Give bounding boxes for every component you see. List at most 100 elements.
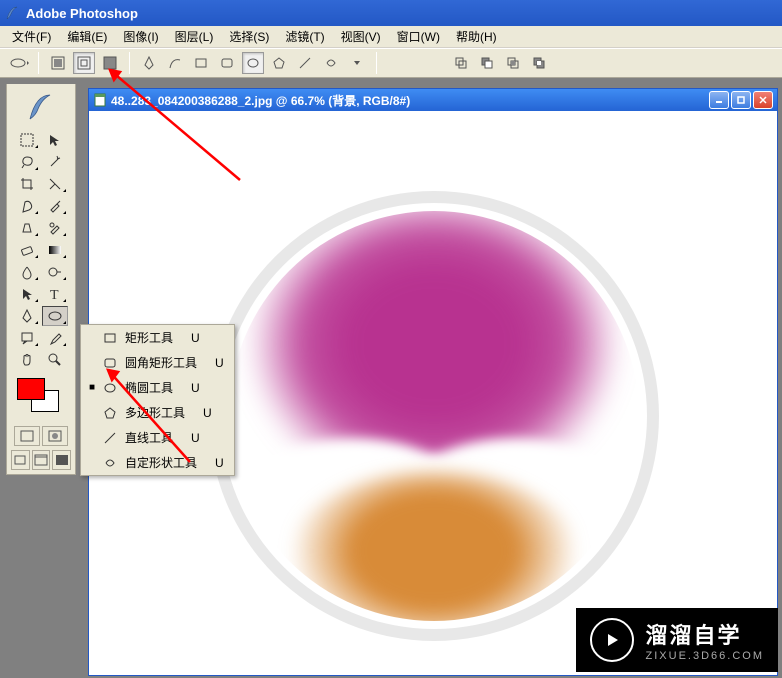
separator	[129, 52, 130, 74]
line-shape-icon[interactable]	[294, 52, 316, 74]
zoom-tool[interactable]	[42, 350, 68, 370]
photoshop-logo-icon	[11, 88, 69, 126]
lasso-tool[interactable]	[14, 152, 40, 172]
watermark-brand: 溜溜自学	[646, 618, 764, 650]
move-tool[interactable]	[42, 130, 68, 150]
flyout-custom-shape-tool[interactable]: 自定形状工具 U	[81, 450, 234, 475]
quickmask-mode-button[interactable]	[42, 426, 68, 446]
ellipse-icon	[103, 381, 119, 395]
play-icon	[590, 618, 634, 662]
freeform-pen-icon[interactable]	[164, 52, 186, 74]
screen-standard-button[interactable]	[11, 450, 30, 470]
custom-shape-icon	[103, 456, 119, 470]
options-bar	[0, 48, 782, 78]
app-icon	[4, 5, 20, 21]
maximize-button[interactable]	[731, 91, 751, 109]
menu-image[interactable]: 图像(I)	[115, 26, 166, 47]
flyout-rounded-rect-tool[interactable]: 圆角矩形工具 U	[81, 350, 234, 375]
flyout-polygon-tool[interactable]: 多边形工具 U	[81, 400, 234, 425]
flyout-shortcut: U	[191, 381, 200, 395]
color-swatches	[11, 378, 71, 418]
eyedropper-tool[interactable]	[42, 328, 68, 348]
check-icon: ■	[87, 382, 97, 393]
menu-file[interactable]: 文件(F)	[4, 26, 59, 47]
foreground-color-swatch[interactable]	[17, 378, 45, 400]
rectangle-shape-icon[interactable]	[190, 52, 212, 74]
fill-pixels-mode[interactable]	[99, 52, 121, 74]
flyout-item-label: 矩形工具	[125, 329, 173, 346]
tool-preset-picker[interactable]	[8, 52, 30, 74]
document-title: 48..283_084200386288_2.jpg @ 66.7% (背景, …	[111, 92, 410, 109]
line-icon	[103, 431, 119, 445]
geometry-options-dropdown[interactable]	[346, 52, 368, 74]
flyout-item-label: 自定形状工具	[125, 454, 197, 471]
rect-marquee-tool[interactable]	[14, 130, 40, 150]
path-selection-tool[interactable]	[14, 284, 40, 304]
rounded-rect-icon	[103, 356, 119, 370]
menu-layer[interactable]: 图层(L)	[167, 26, 222, 47]
minimize-button[interactable]	[709, 91, 729, 109]
menu-select[interactable]: 选择(S)	[221, 26, 277, 47]
separator	[376, 52, 377, 74]
custom-shape-icon[interactable]	[320, 52, 342, 74]
flyout-shortcut: U	[215, 356, 224, 370]
flyout-shortcut: U	[215, 456, 224, 470]
flyout-item-label: 椭圆工具	[125, 379, 173, 396]
close-button[interactable]	[753, 91, 773, 109]
flyout-shortcut: U	[191, 331, 200, 345]
rounded-rect-shape-icon[interactable]	[216, 52, 238, 74]
screen-full-menubar-button[interactable]	[32, 450, 51, 470]
screen-full-button[interactable]	[52, 450, 71, 470]
clone-stamp-tool[interactable]	[14, 218, 40, 238]
shape-layers-mode[interactable]	[47, 52, 69, 74]
flyout-shortcut: U	[203, 406, 212, 420]
shape-tool[interactable]	[42, 306, 68, 326]
gradient-tool[interactable]	[42, 240, 68, 260]
healing-brush-tool[interactable]	[14, 196, 40, 216]
watermark-url: ZIXUE.3D66.COM	[646, 650, 764, 662]
flyout-item-label: 圆角矩形工具	[125, 354, 197, 371]
notes-tool[interactable]	[14, 328, 40, 348]
menu-edit[interactable]: 编辑(E)	[59, 26, 115, 47]
menu-view[interactable]: 视图(V)	[333, 26, 389, 47]
menu-filter[interactable]: 滤镜(T)	[277, 26, 332, 47]
rectangle-icon	[103, 331, 119, 345]
magic-wand-tool[interactable]	[42, 152, 68, 172]
flyout-item-label: 直线工具	[125, 429, 173, 446]
blur-tool[interactable]	[14, 262, 40, 282]
path-combine-intersect[interactable]	[502, 52, 524, 74]
menubar: 文件(F) 编辑(E) 图像(I) 图层(L) 选择(S) 滤镜(T) 视图(V…	[0, 26, 782, 48]
hand-tool[interactable]	[14, 350, 40, 370]
brush-tool[interactable]	[42, 196, 68, 216]
app-titlebar: Adobe Photoshop	[0, 0, 782, 26]
menu-help[interactable]: 帮助(H)	[448, 26, 505, 47]
eraser-tool[interactable]	[14, 240, 40, 260]
paths-mode[interactable]	[73, 52, 95, 74]
document-titlebar[interactable]: 48..283_084200386288_2.jpg @ 66.7% (背景, …	[89, 89, 777, 111]
history-brush-tool[interactable]	[42, 218, 68, 238]
slice-tool[interactable]	[42, 174, 68, 194]
crop-tool[interactable]	[14, 174, 40, 194]
path-combine-add[interactable]	[450, 52, 472, 74]
shape-tool-flyout: 矩形工具 U 圆角矩形工具 U ■ 椭圆工具 U 多边形工具 U 直线工具 U …	[80, 324, 235, 476]
polygon-icon	[103, 406, 119, 420]
type-tool[interactable]: T	[42, 284, 68, 304]
flyout-ellipse-tool[interactable]: ■ 椭圆工具 U	[81, 375, 234, 400]
pen-tool[interactable]	[14, 306, 40, 326]
polygon-shape-icon[interactable]	[268, 52, 290, 74]
separator	[38, 52, 39, 74]
tools-panel: T	[6, 84, 76, 475]
flyout-shortcut: U	[191, 431, 200, 445]
watermark: 溜溜自学 ZIXUE.3D66.COM	[576, 608, 778, 672]
pen-tool-icon[interactable]	[138, 52, 160, 74]
standard-mode-button[interactable]	[14, 426, 40, 446]
svg-text:T: T	[50, 288, 59, 302]
path-combine-subtract[interactable]	[476, 52, 498, 74]
ellipse-shape-icon[interactable]	[242, 52, 264, 74]
document-icon	[93, 93, 107, 107]
menu-window[interactable]: 窗口(W)	[389, 26, 448, 47]
path-combine-exclude[interactable]	[528, 52, 550, 74]
flyout-rectangle-tool[interactable]: 矩形工具 U	[81, 325, 234, 350]
dodge-tool[interactable]	[42, 262, 68, 282]
flyout-line-tool[interactable]: 直线工具 U	[81, 425, 234, 450]
